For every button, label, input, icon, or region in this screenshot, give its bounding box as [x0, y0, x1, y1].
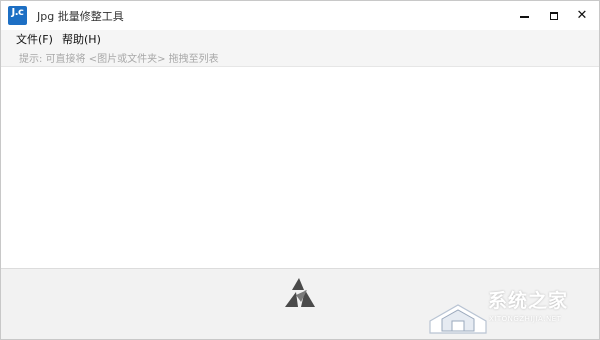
- watermark-subtext: XITONGZHIJIA.NET: [489, 315, 562, 323]
- maximize-button[interactable]: [539, 1, 569, 30]
- file-list[interactable]: [1, 66, 599, 269]
- watermark-text: 系统之家: [488, 290, 569, 312]
- title-bar[interactable]: J.c Jpg 批量修整工具 ✕: [1, 1, 599, 30]
- hint-bar: 提示: 可直接将 <图片或文件夹> 拖拽至列表: [1, 46, 599, 66]
- close-button[interactable]: ✕: [567, 1, 597, 30]
- maximize-icon: [550, 11, 558, 20]
- app-icon-text: J.c: [11, 7, 24, 18]
- menu-help[interactable]: 帮助(H): [62, 31, 101, 47]
- triangle-logo-icon[interactable]: [282, 276, 320, 312]
- close-icon: ✕: [576, 8, 588, 23]
- window-title: Jpg 批量修整工具: [37, 10, 124, 23]
- app-logo-icon: J.c: [8, 6, 27, 25]
- minimize-icon: [519, 15, 529, 18]
- minimize-button[interactable]: [509, 1, 539, 30]
- menu-bar: 文件(F) 帮助(H): [1, 30, 599, 46]
- menu-file[interactable]: 文件(F): [16, 31, 53, 47]
- drag-hint-text: 提示: 可直接将 <图片或文件夹> 拖拽至列表: [19, 54, 219, 65]
